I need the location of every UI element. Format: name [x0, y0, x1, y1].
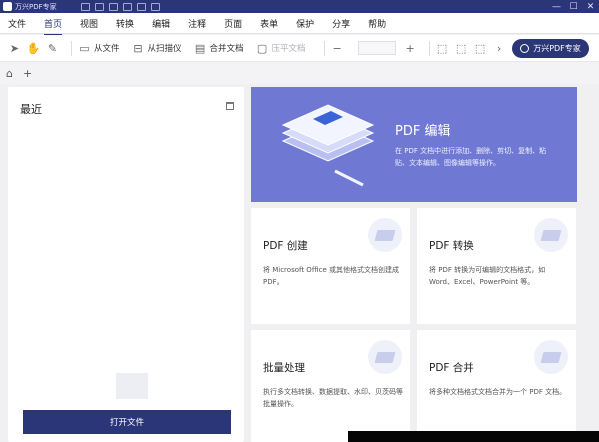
select-cursor-icon[interactable]: ➤	[8, 42, 21, 55]
card-description: 执行多文档转换、数据提取、水印、贝茨码等批量操作。	[263, 388, 403, 408]
app-logo-icon	[3, 2, 12, 11]
divider	[428, 40, 430, 56]
feature-card-create[interactable]: PDF 创建 将 Microsoft Office 或其他格式文档创建成 PDF…	[251, 208, 410, 324]
folder-icon: ▭	[79, 41, 90, 55]
upgrade-label: 万兴PDF专家	[533, 44, 581, 53]
zoom-out-button[interactable]: −	[331, 42, 344, 55]
compress-button[interactable]: ▢ 压平文档	[256, 42, 306, 55]
menu-form[interactable]: 表单	[260, 17, 278, 30]
close-button[interactable]: ✕	[582, 0, 599, 13]
zoom-input[interactable]	[357, 41, 396, 55]
feature-card-merge[interactable]: PDF 合并 将多种文档格式文档合并为一个 PDF 文档。	[417, 330, 576, 442]
divider	[323, 40, 325, 56]
card-title: 批量处理	[263, 362, 305, 374]
menu-convert[interactable]: 转换	[116, 17, 134, 30]
from-scanner-label: 从扫描仪	[147, 44, 182, 54]
tab-bar: ⌂ +	[0, 62, 599, 84]
compress-icon: ▢	[256, 41, 268, 55]
menu-protect[interactable]: 保护	[296, 17, 314, 30]
hand-icon[interactable]: ✋	[27, 42, 41, 55]
from-file-label: 从文件	[94, 44, 120, 54]
black-overlay-bar	[348, 431, 599, 442]
chevron-right-icon[interactable]: ›	[493, 42, 506, 55]
zoom-in-button[interactable]: +	[404, 42, 417, 55]
card-description: 将 PDF 转换为可编辑的文档格式，如 Word、Excel、PowerPoin…	[429, 266, 546, 286]
compress-label: 压平文档	[271, 44, 306, 54]
redo-icon[interactable]	[150, 2, 160, 11]
batch-process-icon	[368, 340, 402, 374]
quick-access-toolbar	[80, 2, 160, 11]
user-icon	[520, 44, 530, 53]
pdf-edit-banner[interactable]: PDF 编辑 在 PDF 文档中进行添加、删除、剪切、复制、粘贴、文本编辑、图像…	[251, 87, 577, 202]
home-tab-icon[interactable]: ⌂	[6, 67, 13, 80]
toolbar: ➤ ✋ ✎ ▭ 从文件 ⊟ 从扫描仪 ▤ 合并文档 ▢ 压平文档 − + ⬚ ⬚…	[0, 35, 599, 62]
combine-button[interactable]: ▤ 合并文档	[194, 42, 244, 55]
app-title: 万兴PDF专家	[15, 2, 57, 11]
pdf-convert-icon	[534, 218, 568, 252]
menu-share[interactable]: 分享	[332, 17, 350, 30]
pdf-create-icon	[368, 218, 402, 252]
undo-icon[interactable]	[136, 2, 146, 11]
open-icon[interactable]	[80, 2, 90, 11]
menu-view[interactable]: 视图	[80, 17, 98, 30]
menu-home[interactable]: 首页	[44, 17, 63, 36]
card-title: PDF 创建	[263, 240, 308, 252]
rotate-icon[interactable]: ⬚	[474, 42, 487, 55]
open-file-button[interactable]: 打开文件	[23, 410, 231, 434]
upgrade-button[interactable]: 万兴PDF专家	[512, 39, 589, 58]
recent-panel: 最近 打开文件	[8, 87, 244, 442]
menu-bar: 文件 首页 视图 转换 编辑 注释 页面 表单 保护 分享 帮助	[0, 13, 599, 36]
banner-description: 在 PDF 文档中进行添加、删除、剪切、复制、粘贴、文本编辑、图像编辑等操作。	[395, 147, 547, 167]
maximize-button[interactable]: ☐	[565, 0, 582, 13]
recent-title: 最近	[20, 103, 42, 116]
save-icon[interactable]	[94, 2, 104, 11]
feature-card-convert[interactable]: PDF 转换 将 PDF 转换为可编辑的文档格式，如 Word、Excel、Po…	[417, 208, 576, 324]
print-icon[interactable]	[122, 2, 132, 11]
minimize-button[interactable]: —	[548, 0, 565, 13]
add-tab-icon[interactable]: +	[23, 67, 32, 80]
fit-width-icon[interactable]: ⬚	[436, 42, 449, 55]
card-title: PDF 转换	[429, 240, 474, 252]
combine-label: 合并文档	[209, 44, 244, 54]
card-title: PDF 合并	[429, 362, 474, 374]
menu-page[interactable]: 页面	[224, 17, 242, 30]
fit-page-icon[interactable]: ⬚	[455, 42, 468, 55]
title-bar: 万兴PDF专家 — ☐ ✕	[0, 0, 599, 13]
card-description: 将多种文档格式文档合并为一个 PDF 文档。	[429, 388, 567, 396]
from-scanner-button[interactable]: ⊟ 从扫描仪	[132, 41, 182, 55]
pdf-merge-icon	[534, 340, 568, 374]
window-controls: — ☐ ✕	[548, 0, 599, 13]
menu-help[interactable]: 帮助	[368, 17, 386, 30]
email-icon[interactable]	[108, 2, 118, 11]
menu-comment[interactable]: 注释	[188, 17, 206, 30]
combine-icon: ▤	[194, 41, 206, 55]
banner-title: PDF 编辑	[395, 124, 451, 139]
scanner-icon: ⊟	[133, 41, 143, 55]
menu-file[interactable]: 文件	[8, 17, 26, 30]
divider	[71, 40, 72, 56]
card-description: 将 Microsoft Office 或其他格式文档创建成 PDF。	[263, 266, 399, 286]
pdf-edit-illustration-icon	[281, 104, 375, 187]
from-file-button[interactable]: ▭ 从文件	[78, 41, 120, 55]
feature-card-batch[interactable]: 批量处理 执行多文档转换、数据提取、水印、贝茨码等批量操作。	[251, 330, 410, 442]
empty-file-icon	[116, 373, 148, 399]
menu-edit[interactable]: 编辑	[152, 17, 170, 30]
edit-icon[interactable]: ✎	[46, 42, 59, 55]
clear-recent-icon[interactable]	[226, 102, 234, 110]
